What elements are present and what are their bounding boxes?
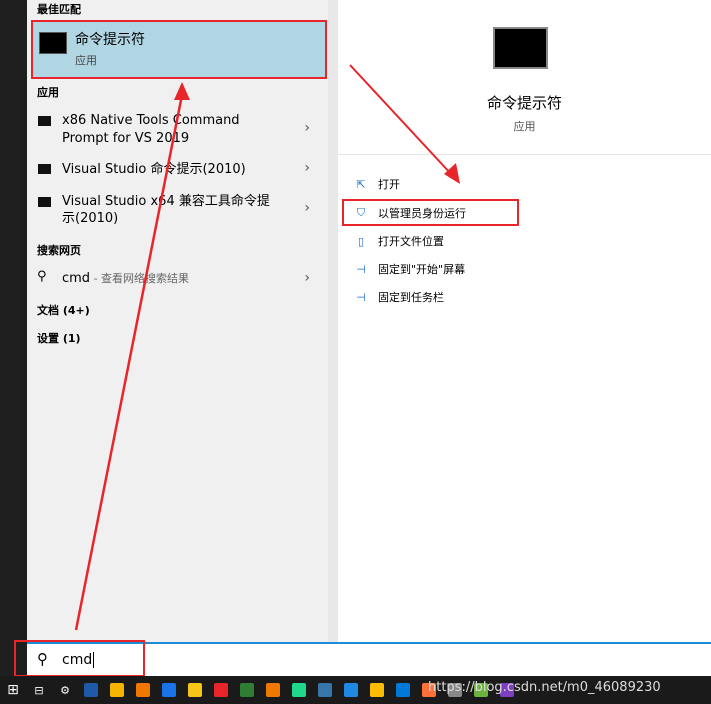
- taskbar: ⊞ ⊟ ⚙ https://blog.csdn.net/m0_46089230: [0, 676, 711, 704]
- taskbar-app-icon[interactable]: [208, 676, 234, 704]
- taskbar-app-icon[interactable]: [364, 676, 390, 704]
- taskbar-app-icon[interactable]: [312, 676, 338, 704]
- arrow-to-admin: [349, 64, 453, 176]
- taskbar-app-icon[interactable]: [234, 676, 260, 704]
- arrowhead: [174, 82, 190, 100]
- taskbar-app-icon[interactable]: [338, 676, 364, 704]
- taskbar-app-icon[interactable]: [260, 676, 286, 704]
- windows-start-icon[interactable]: ⊞: [0, 676, 26, 704]
- taskbar-app-icon[interactable]: [156, 676, 182, 704]
- taskbar-app-icon[interactable]: [286, 676, 312, 704]
- taskbar-app-icon[interactable]: [390, 676, 416, 704]
- taskbar-app-icon[interactable]: [130, 676, 156, 704]
- arrowhead: [444, 163, 460, 184]
- annotation-arrows: [74, 64, 460, 631]
- task-view-icon[interactable]: ⊟: [26, 676, 52, 704]
- arrow-to-best-match: [74, 94, 184, 631]
- taskbar-app-icon[interactable]: [104, 676, 130, 704]
- settings-icon[interactable]: ⚙: [52, 676, 78, 704]
- taskbar-app-icon[interactable]: [182, 676, 208, 704]
- taskbar-app-icon[interactable]: [78, 676, 104, 704]
- watermark: https://blog.csdn.net/m0_46089230: [428, 680, 661, 695]
